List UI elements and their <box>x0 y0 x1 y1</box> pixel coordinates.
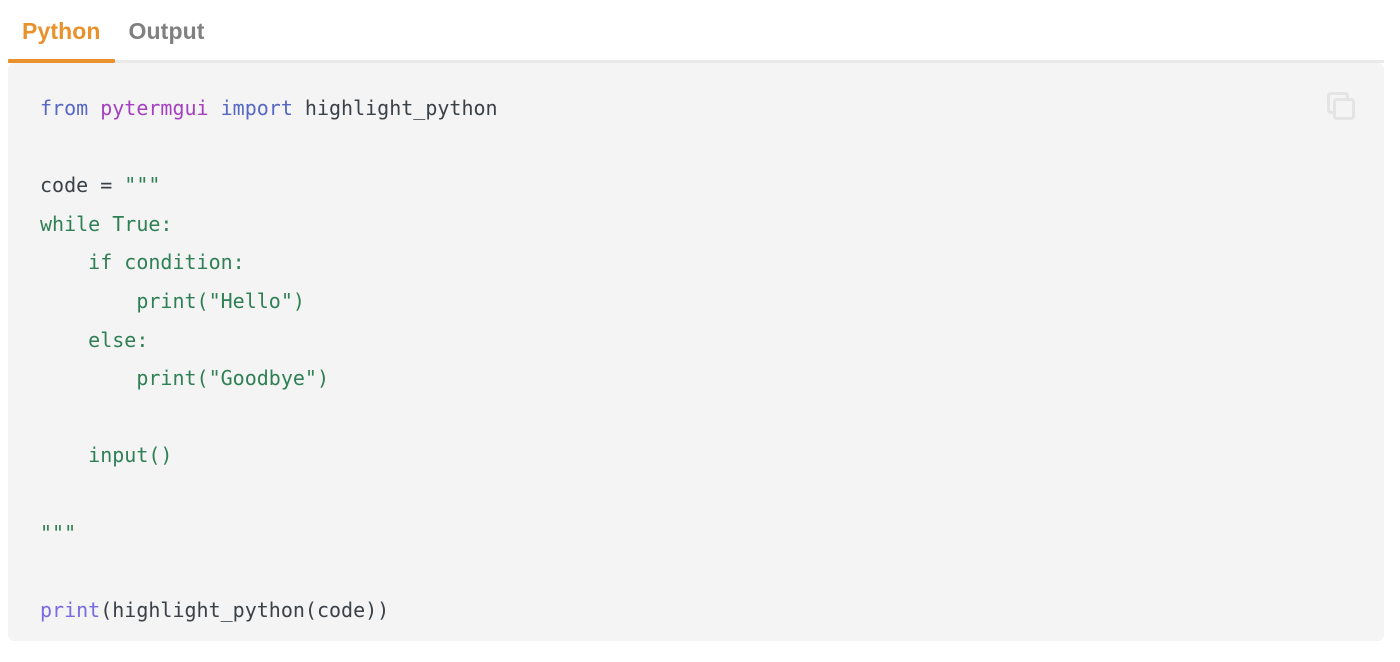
code-viewer-widget: Python Output from pytermgui import high… <box>0 0 1400 662</box>
code-token: from <box>40 96 89 120</box>
tab-python-label: Python <box>22 18 101 44</box>
code-token: code = <box>40 173 125 198</box>
code-token: while True: <box>40 211 173 236</box>
code-token: if condition: <box>40 250 245 275</box>
copy-code-button[interactable] <box>1324 89 1358 123</box>
tab-output-label: Output <box>128 18 205 44</box>
code-scroll-area[interactable]: from pytermgui import highlight_python c… <box>8 63 1384 641</box>
code-token: """ <box>40 520 77 545</box>
code-token: pytermgui <box>100 96 209 120</box>
code-token: import <box>220 96 293 120</box>
code-token: (highlight_python(code)) <box>100 597 390 622</box>
tab-python[interactable]: Python <box>8 0 115 63</box>
code-content: from pytermgui import highlight_python c… <box>8 63 1384 629</box>
copy-icon <box>1327 92 1355 120</box>
code-block: from pytermgui import highlight_python c… <box>8 63 1384 641</box>
code-token: print <box>40 597 101 622</box>
tab-bar: Python Output <box>0 0 1400 63</box>
code-token: print("Hello") <box>40 288 305 313</box>
code-token: highlight_python <box>292 96 498 120</box>
code-token: else: <box>40 327 149 352</box>
tab-active-indicator <box>8 59 115 63</box>
code-token: input() <box>40 443 173 468</box>
tab-output[interactable]: Output <box>115 0 219 63</box>
code-token: print("Goodbye") <box>40 366 329 391</box>
code-token: """ <box>124 173 161 198</box>
